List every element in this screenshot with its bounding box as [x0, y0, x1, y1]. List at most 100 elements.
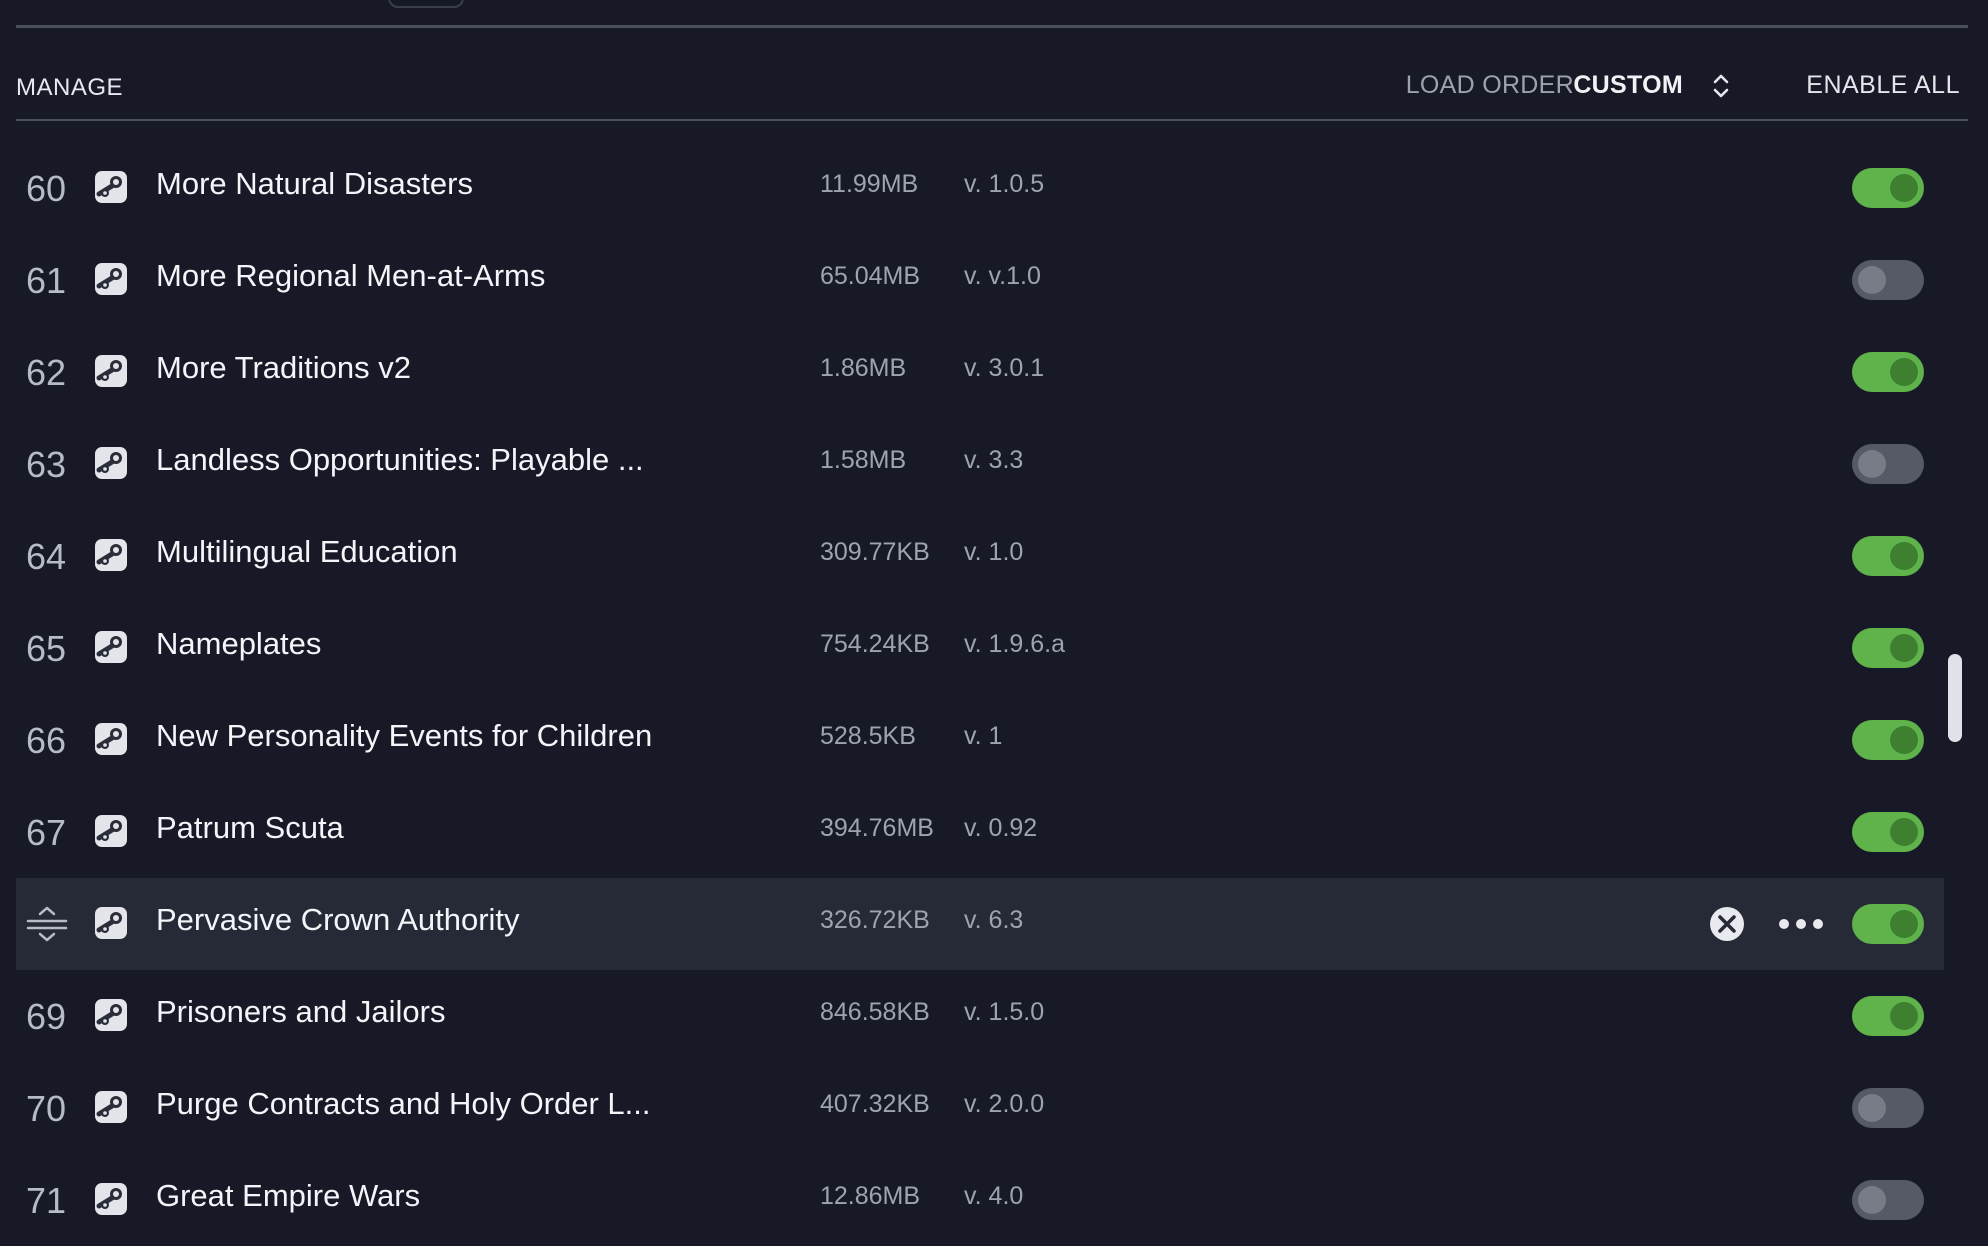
mod-enable-toggle[interactable]	[1852, 1180, 1924, 1220]
mod-name: Patrum Scuta	[156, 810, 344, 845]
mod-row[interactable]: 63 Landless Opportunities: Playable ... 1.…	[16, 418, 1944, 510]
mod-name: Multilingual Education	[156, 534, 458, 569]
mod-enable-toggle[interactable]	[1852, 996, 1924, 1036]
mod-index: 62	[26, 352, 67, 393]
more-options-icon[interactable]	[1776, 914, 1826, 934]
mod-row[interactable]: 66 New Personality Events for Children 528…	[16, 694, 1944, 786]
mod-version: v. 1	[964, 722, 1003, 750]
toggle-knob	[1858, 1094, 1886, 1122]
mod-enable-toggle[interactable]	[1852, 628, 1924, 668]
mod-index: 69	[26, 996, 67, 1037]
mod-name: Landless Opportunities: Playable ...	[156, 442, 644, 477]
mod-name: Nameplates	[156, 626, 322, 661]
top-divider	[16, 25, 1968, 28]
mod-version: v. 6.3	[964, 906, 1024, 934]
mod-row[interactable]: 69 Prisoners and Jailors 846.58KB v. 1.5.0	[16, 970, 1944, 1062]
steam-icon	[94, 814, 128, 848]
steam-icon	[94, 630, 128, 664]
mod-index: 70	[26, 1088, 67, 1129]
mod-size: 754.24KB	[820, 630, 930, 658]
mod-enable-toggle[interactable]	[1852, 260, 1924, 300]
mod-name: Purge Contracts and Holy Order L...	[156, 1086, 651, 1121]
mod-name: New Personality Events for Children	[156, 718, 653, 753]
toggle-knob	[1858, 266, 1886, 294]
mod-version: v. 1.5.0	[964, 998, 1045, 1026]
mod-name: Great Empire Wars	[156, 1178, 421, 1213]
mod-row[interactable]: 70 Purge Contracts and Holy Order L... 407…	[16, 1062, 1944, 1154]
mod-enable-toggle[interactable]	[1852, 352, 1924, 392]
steam-icon	[94, 262, 128, 296]
steam-icon	[94, 998, 128, 1032]
steam-icon	[94, 538, 128, 572]
manage-header: MANAGE LOAD ORDER CUSTOM ENABLE ALL	[16, 60, 1968, 120]
mod-row[interactable]: 60 More Natural Disasters 11.99MB v. 1.0.5	[16, 142, 1944, 234]
toggle-knob	[1890, 1002, 1918, 1030]
steam-icon	[94, 446, 128, 480]
scrollbar-thumb[interactable]	[1948, 654, 1962, 742]
mod-enable-toggle[interactable]	[1852, 812, 1924, 852]
mod-row[interactable]: 67 Patrum Scuta 394.76MB v. 0.92	[16, 786, 1944, 878]
toggle-knob	[1890, 634, 1918, 662]
drag-handle-icon[interactable]	[26, 906, 68, 942]
mod-enable-toggle[interactable]	[1852, 1088, 1924, 1128]
steam-icon	[94, 906, 128, 940]
mod-size: 11.99MB	[820, 170, 919, 198]
mod-name: More Regional Men-at-Arms	[156, 258, 546, 293]
mod-version: v. 0.92	[964, 814, 1038, 842]
mod-version: v. 1.0	[964, 538, 1024, 566]
mod-version: v. 4.0	[964, 1182, 1024, 1210]
mod-size: 407.32KB	[820, 1090, 930, 1118]
mod-index: 65	[26, 628, 67, 669]
mod-row[interactable]: 62 More Traditions v2 1.86MB v. 3.0.1	[16, 326, 1944, 418]
mod-row[interactable]: 61 More Regional Men-at-Arms 65.04MB v. v.1…	[16, 234, 1944, 326]
mod-size: 65.04MB	[820, 262, 921, 290]
mod-version: v. 3.0.1	[964, 354, 1045, 382]
mod-enable-toggle[interactable]	[1852, 168, 1924, 208]
mod-row[interactable]: 64 Multilingual Education 309.77KB v. 1.0	[16, 510, 1944, 602]
mod-enable-toggle[interactable]	[1852, 536, 1924, 576]
mod-enable-toggle[interactable]	[1852, 444, 1924, 484]
mod-size: 846.58KB	[820, 998, 930, 1026]
toggle-knob	[1890, 174, 1918, 202]
mod-size: 528.5KB	[820, 722, 916, 750]
enable-all-button[interactable]: ENABLE ALL	[1806, 71, 1960, 100]
mod-name: More Natural Disasters	[156, 166, 473, 201]
mod-name: More Traditions v2	[156, 350, 411, 385]
mod-index: 60	[26, 168, 67, 209]
header-divider	[16, 119, 1968, 121]
toggle-knob	[1890, 818, 1918, 846]
remove-mod-icon[interactable]	[1708, 905, 1746, 943]
sort-chevron-icon[interactable]	[1709, 71, 1733, 101]
mod-size: 309.77KB	[820, 538, 930, 566]
toggle-knob	[1858, 450, 1886, 478]
top-tab-pill[interactable]	[388, 0, 464, 8]
steam-icon	[94, 354, 128, 388]
mod-index: 61	[26, 260, 67, 301]
mod-size: 12.86MB	[820, 1182, 921, 1210]
mod-name: Prisoners and Jailors	[156, 994, 446, 1029]
mod-index: 67	[26, 812, 67, 853]
toggle-knob	[1890, 726, 1918, 754]
load-order-value[interactable]: CUSTOM	[1573, 71, 1683, 100]
mod-version: v. 3.3	[964, 446, 1024, 474]
steam-icon	[94, 170, 128, 204]
mod-index: 66	[26, 720, 67, 761]
mod-size: 1.58MB	[820, 446, 907, 474]
steam-icon	[94, 1090, 128, 1124]
toggle-knob	[1890, 358, 1918, 386]
mod-version: v. v.1.0	[964, 262, 1041, 290]
mod-size: 394.76MB	[820, 814, 934, 842]
mod-index: 63	[26, 444, 67, 485]
toggle-knob	[1890, 542, 1918, 570]
manage-title: MANAGE	[16, 74, 124, 101]
mod-enable-toggle[interactable]	[1852, 720, 1924, 760]
mod-size: 326.72KB	[820, 906, 930, 934]
mod-row[interactable]: Pervasive Crown Authority 326.72KB v. 6.3	[16, 878, 1944, 970]
mod-version: v. 1.9.6.a	[964, 630, 1065, 658]
mod-list: 60 More Natural Disasters 11.99MB v. 1.0.5 6…	[16, 142, 1944, 1246]
mod-row[interactable]: 65 Nameplates 754.24KB v. 1.9.6.a	[16, 602, 1944, 694]
mod-enable-toggle[interactable]	[1852, 904, 1924, 944]
mod-version: v. 2.0.0	[964, 1090, 1045, 1118]
mod-row[interactable]: 71 Great Empire Wars 12.86MB v. 4.0	[16, 1154, 1944, 1246]
mod-index: 71	[26, 1180, 67, 1221]
